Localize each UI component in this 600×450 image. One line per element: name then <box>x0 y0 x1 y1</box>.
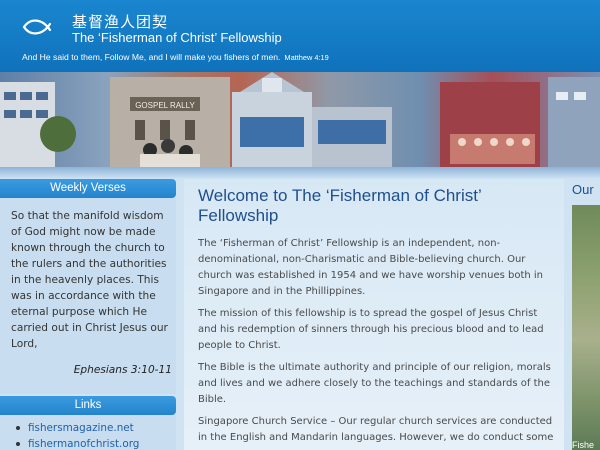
weekly-verses-heading: Weekly Verses <box>0 179 176 198</box>
links-list: fishersmagazine.net fishermanofchrist.or… <box>15 420 139 450</box>
banner-fade <box>0 167 600 179</box>
welcome-text: The ‘Fisherman of Christ’ Fellowship is … <box>198 236 558 450</box>
right-section-title: Our <box>572 182 594 197</box>
page-title: Welcome to The ‘Fisherman of Christ’ Fel… <box>198 186 482 225</box>
weekly-verses-panel: So that the manifold wisdom of God might… <box>0 198 176 394</box>
main-content: Welcome to The ‘Fisherman of Christ’ Fel… <box>184 179 564 450</box>
paragraph: Singapore Church Service – Our regular c… <box>198 416 554 443</box>
header-banner-photo: GOSPEL RALLY <box>0 72 600 167</box>
verse-text: So that the manifold wisdom of God might… <box>11 210 168 350</box>
site-header: 基督渔人团契 The ‘Fisherman of Christ’ Fellows… <box>0 0 600 72</box>
paragraph: The mission of this fellowship is to spr… <box>198 308 544 351</box>
verse-reference: Ephesians 3:10-11 <box>73 364 172 376</box>
fish-icon[interactable] <box>22 16 52 38</box>
right-column: Our Fishe <box>566 179 600 450</box>
left-sidebar: Weekly Verses So that the manifold wisdo… <box>0 179 176 450</box>
tagline-reference: Matthew 4:19 <box>284 53 329 62</box>
tagline-text: And He said to them, Follow Me, and I wi… <box>22 52 281 62</box>
banner-collage: GOSPEL RALLY <box>0 72 600 167</box>
site-title-chinese: 基督渔人团契 <box>72 13 169 31</box>
banner-sign: GOSPEL RALLY <box>135 101 195 110</box>
links-panel: fishersmagazine.net fishermanofchrist.or… <box>0 415 176 450</box>
link-item[interactable]: fishermanofchrist.org <box>15 436 139 450</box>
header-tagline: And He said to them, Follow Me, and I wi… <box>22 52 329 62</box>
site-title-english: The ‘Fisherman of Christ’ Fellowship <box>72 30 282 45</box>
right-photo-caption: Fishe <box>572 440 595 450</box>
link-item[interactable]: fishersmagazine.net <box>15 420 139 436</box>
paragraph: The ‘Fisherman of Christ’ Fellowship is … <box>198 238 544 297</box>
right-column-photo[interactable] <box>572 205 600 450</box>
links-heading: Links <box>0 396 176 415</box>
paragraph: The Bible is the ultimate authority and … <box>198 362 551 405</box>
